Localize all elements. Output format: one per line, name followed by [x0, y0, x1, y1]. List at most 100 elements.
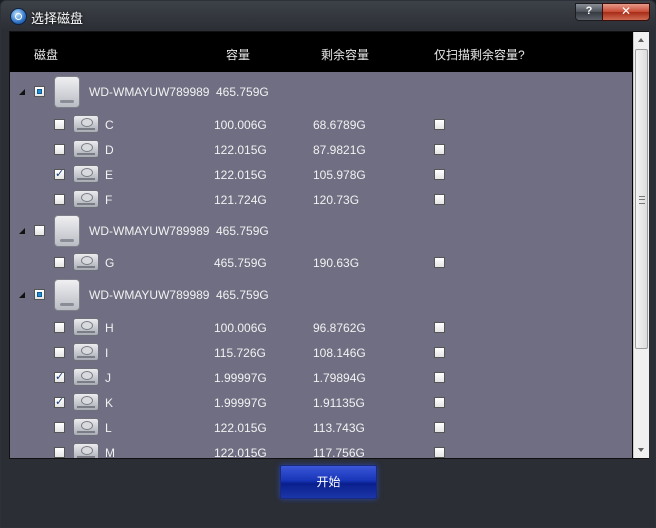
scan-remaining-checkbox[interactable]: [434, 372, 445, 383]
partition-checkbox[interactable]: [54, 370, 65, 383]
partition-checkbox[interactable]: [54, 447, 65, 458]
partition-capacity: 465.759G: [214, 256, 267, 270]
partition-checkbox[interactable]: [54, 395, 65, 408]
window-title: 选择磁盘: [31, 11, 84, 26]
partition-letter: G: [105, 256, 115, 270]
partition-row[interactable]: I 115.726G 108.146G: [10, 340, 632, 365]
grip-icon: [639, 196, 645, 204]
disk-name: WD-WMAYUW789989: [89, 85, 210, 99]
partition-letter: F: [105, 193, 113, 207]
partition-capacity: 100.006G: [214, 118, 267, 132]
partition-drive-icon: [73, 443, 99, 458]
partition-row[interactable]: H 100.006G 96.8762G: [10, 315, 632, 340]
partition-capacity: 1.99997G: [214, 396, 267, 410]
partition-row[interactable]: L 122.015G 113.743G: [10, 415, 632, 440]
partition-drive-icon: [73, 140, 99, 158]
disk-capacity: 465.759G: [216, 224, 269, 238]
partition-letter: J: [105, 371, 111, 385]
partition-remaining: 190.63G: [313, 256, 360, 270]
select-disk-dialog: 选择磁盘 ? ✕ 磁盘 容量 剩余容量 仅扫描剩余容量? WD-WMAYUW78…: [0, 0, 656, 528]
close-button[interactable]: ✕: [602, 3, 650, 21]
partition-remaining: 87.9821G: [313, 143, 366, 157]
scan-remaining-checkbox[interactable]: [434, 447, 445, 458]
partition-row[interactable]: G 465.759G 190.63G: [10, 250, 632, 275]
partition-letter: K: [105, 396, 114, 410]
partition-capacity: 121.724G: [214, 193, 267, 207]
vertical-scrollbar[interactable]: [633, 32, 649, 458]
start-button[interactable]: 开始: [280, 465, 377, 499]
scroll-up-arrow-icon[interactable]: [634, 32, 649, 48]
scan-remaining-checkbox[interactable]: [434, 194, 445, 205]
scan-remaining-checkbox[interactable]: [434, 347, 445, 358]
partition-remaining: 113.743G: [313, 421, 365, 435]
scan-remaining-checkbox[interactable]: [434, 397, 445, 408]
scan-remaining-checkbox[interactable]: [434, 119, 445, 130]
partition-drive-icon: [73, 165, 99, 183]
partition-capacity: 1.99997G: [214, 371, 267, 385]
partition-drive-icon: [73, 253, 99, 271]
partition-checkbox[interactable]: [54, 422, 65, 433]
partition-checkbox[interactable]: [54, 167, 65, 180]
dialog-footer: 开始: [1, 459, 655, 527]
partition-letter: I: [105, 346, 109, 360]
disk-checkbox[interactable]: [34, 86, 45, 97]
disk-tree: WD-WMAYUW789989 465.759G C 100.006G 68.6…: [10, 72, 632, 458]
partition-capacity: 122.015G: [214, 168, 267, 182]
hard-disk-icon: [54, 76, 80, 108]
scrollbar-thumb[interactable]: [635, 49, 648, 349]
partition-checkbox[interactable]: [54, 322, 65, 333]
expand-toggle-icon[interactable]: [19, 292, 26, 299]
partition-drive-icon: [73, 343, 99, 361]
partition-checkbox[interactable]: [54, 194, 65, 205]
partition-remaining: 68.6789G: [313, 118, 366, 132]
scan-remaining-checkbox[interactable]: [434, 422, 445, 433]
column-header-scan-remaining: 仅扫描剩余容量?: [434, 48, 525, 62]
partition-drive-icon: [73, 368, 99, 386]
partition-remaining: 120.73G: [313, 193, 360, 207]
column-header-capacity: 容量: [226, 48, 251, 62]
scroll-down-arrow-icon[interactable]: [634, 442, 649, 458]
scan-remaining-checkbox[interactable]: [434, 144, 445, 155]
partition-row[interactable]: K 1.99997G 1.91135G: [10, 390, 632, 415]
partition-remaining: 96.8762G: [313, 321, 366, 335]
disk-row[interactable]: WD-WMAYUW789989 465.759G: [10, 212, 632, 250]
disk-checkbox[interactable]: [34, 225, 45, 236]
partition-row[interactable]: J 1.99997G 1.79894G: [10, 365, 632, 390]
scan-remaining-checkbox[interactable]: [434, 322, 445, 333]
partition-checkbox[interactable]: [54, 257, 65, 268]
partition-remaining: 105.978G: [313, 168, 366, 182]
disk-list-panel: 磁盘 容量 剩余容量 仅扫描剩余容量? WD-WMAYUW789989 465.…: [9, 31, 649, 459]
partition-checkbox[interactable]: [54, 347, 65, 358]
title-bar[interactable]: 选择磁盘 ? ✕: [1, 1, 655, 31]
disk-checkbox[interactable]: [34, 289, 45, 300]
expand-toggle-icon[interactable]: [19, 228, 26, 235]
partition-letter: D: [105, 143, 114, 157]
partition-drive-icon: [73, 190, 99, 208]
disk-name: WD-WMAYUW789989: [89, 288, 210, 302]
partition-letter: H: [105, 321, 114, 335]
partition-capacity: 115.726G: [214, 346, 266, 360]
partition-row[interactable]: E 122.015G 105.978G: [10, 162, 632, 187]
partition-row[interactable]: F 121.724G 120.73G: [10, 187, 632, 212]
disk-row[interactable]: WD-WMAYUW789989 465.759G: [10, 275, 632, 315]
partition-drive-icon: [73, 318, 99, 336]
partition-checkbox[interactable]: [54, 119, 65, 130]
partition-letter: E: [105, 168, 114, 182]
disk-row[interactable]: WD-WMAYUW789989 465.759G: [10, 72, 632, 112]
partition-remaining: 1.79894G: [313, 371, 366, 385]
partition-drive-icon: [73, 418, 99, 436]
partition-capacity: 122.015G: [214, 143, 267, 157]
partition-drive-icon: [73, 115, 99, 133]
partition-row[interactable]: C 100.006G 68.6789G: [10, 112, 632, 137]
scan-remaining-checkbox[interactable]: [434, 169, 445, 180]
help-button[interactable]: ?: [575, 3, 603, 21]
scan-remaining-checkbox[interactable]: [434, 257, 445, 268]
partition-checkbox[interactable]: [54, 144, 65, 155]
expand-toggle-icon[interactable]: [19, 89, 26, 96]
partition-row[interactable]: M 122.015G 117.756G: [10, 440, 632, 458]
partition-capacity: 122.015G: [214, 421, 267, 435]
disk-capacity: 465.759G: [216, 85, 269, 99]
partition-row[interactable]: D 122.015G 87.9821G: [10, 137, 632, 162]
partition-letter: M: [105, 446, 115, 458]
partition-remaining: 108.146G: [313, 346, 366, 360]
